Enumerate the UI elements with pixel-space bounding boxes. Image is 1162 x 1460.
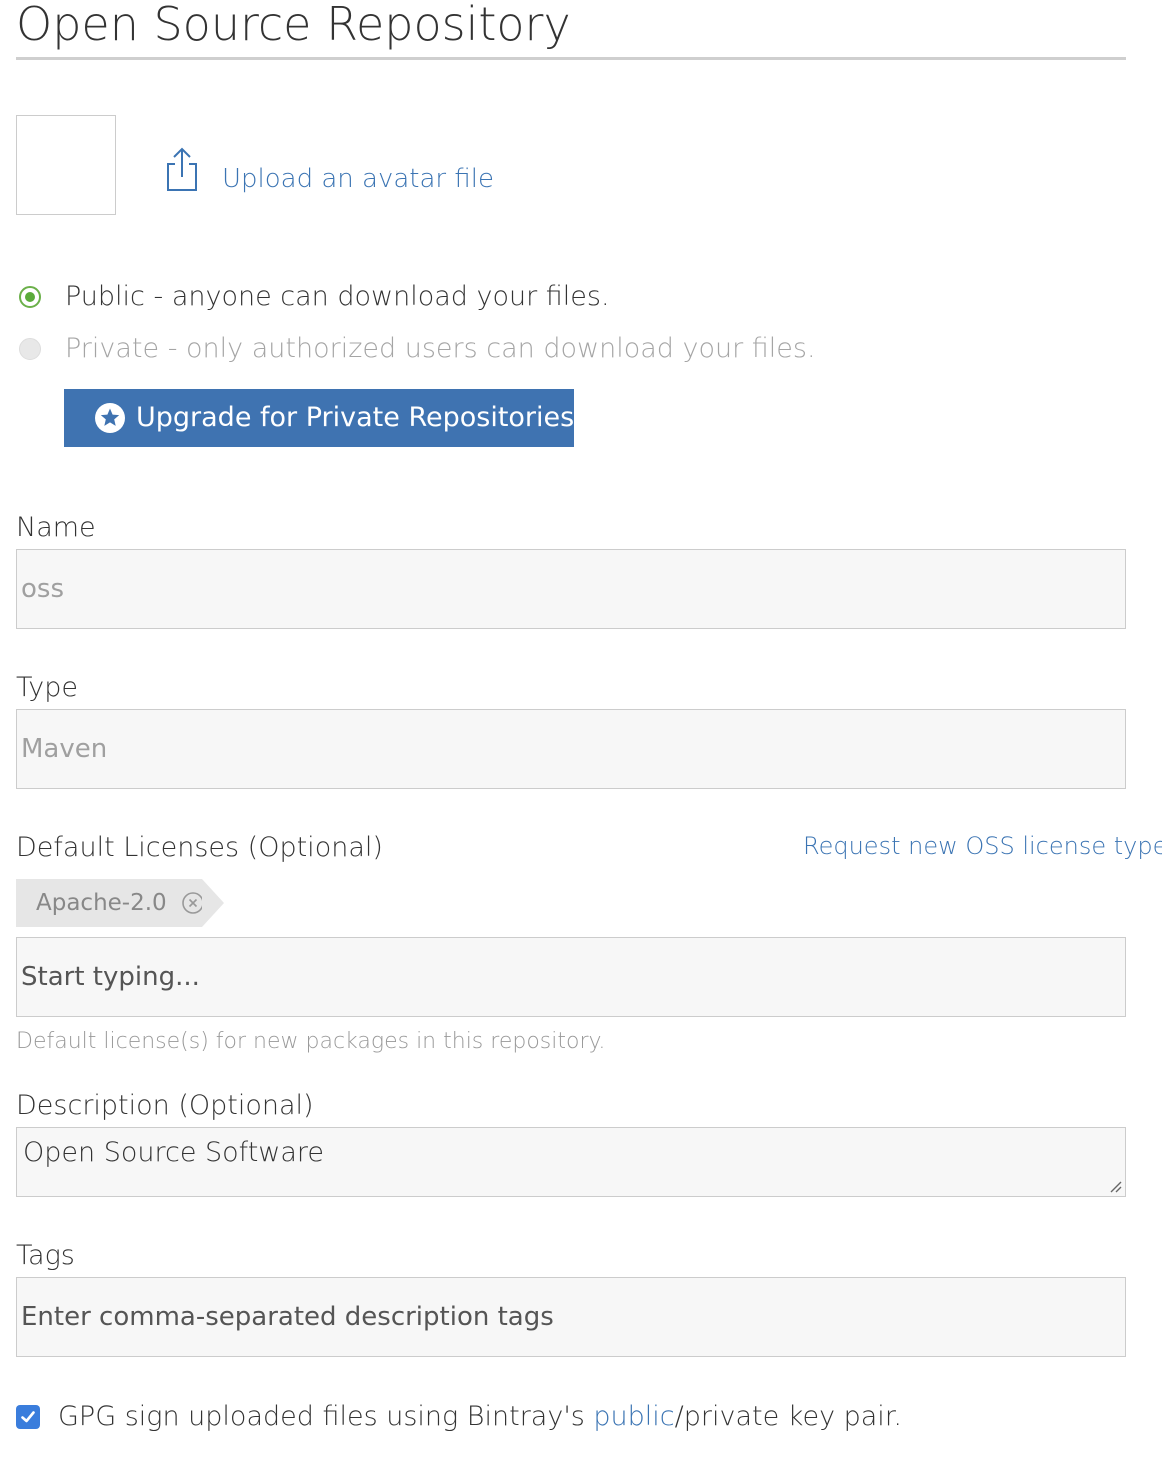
gpg-checkbox[interactable] [16, 1405, 40, 1429]
public-radio[interactable] [19, 286, 41, 308]
private-radio [19, 338, 41, 360]
name-input: oss [16, 549, 1126, 629]
description-value: Open Source Software [23, 1137, 325, 1168]
tags-label: Tags [16, 1240, 75, 1271]
public-radio-label[interactable]: Public - anyone can download your files. [65, 280, 610, 314]
tags-input[interactable]: Enter comma-separated description tags [16, 1277, 1126, 1357]
gpg-public-key-link[interactable]: public [593, 1401, 674, 1432]
license-tag: Apache-2.0 [16, 879, 224, 927]
licenses-help-text: Default license(s) for new packages in t… [16, 1029, 606, 1054]
description-textarea[interactable]: Open Source Software [16, 1127, 1126, 1197]
star-circle-icon [95, 403, 125, 433]
private-radio-label: Private - only authorized users can down… [65, 333, 816, 364]
name-value: oss [21, 574, 64, 604]
page-title: Open Source Repository [16, 0, 571, 51]
resize-handle-icon[interactable] [1108, 1179, 1122, 1193]
license-search-placeholder: Start typing... [21, 962, 200, 992]
title-divider [16, 57, 1126, 60]
type-label: Type [16, 672, 79, 703]
upgrade-private-button[interactable]: Upgrade for Private Repositories [64, 389, 574, 447]
upload-avatar-link[interactable]: Upload an avatar file [222, 162, 494, 196]
gpg-label: GPG sign uploaded files using Bintray's … [58, 1400, 902, 1434]
type-value: Maven [21, 734, 108, 764]
type-select: Maven [16, 709, 1126, 789]
gpg-text-after: /private key pair. [674, 1401, 903, 1432]
gpg-text-before: GPG sign uploaded files using Bintray's [58, 1401, 594, 1432]
tags-placeholder: Enter comma-separated description tags [21, 1302, 554, 1332]
name-label: Name [16, 512, 96, 543]
request-license-link[interactable]: Request new OSS license type [803, 830, 1162, 862]
avatar-preview [16, 115, 116, 215]
checkmark-icon [21, 1411, 35, 1423]
license-tag-label: Apache-2.0 [36, 890, 167, 916]
licenses-label: Default Licenses (Optional) [16, 832, 383, 863]
license-search-input[interactable]: Start typing... [16, 937, 1126, 1017]
upload-icon[interactable] [165, 146, 199, 192]
description-label: Description (Optional) [16, 1090, 314, 1121]
upgrade-button-label: Upgrade for Private Repositories [136, 402, 575, 433]
